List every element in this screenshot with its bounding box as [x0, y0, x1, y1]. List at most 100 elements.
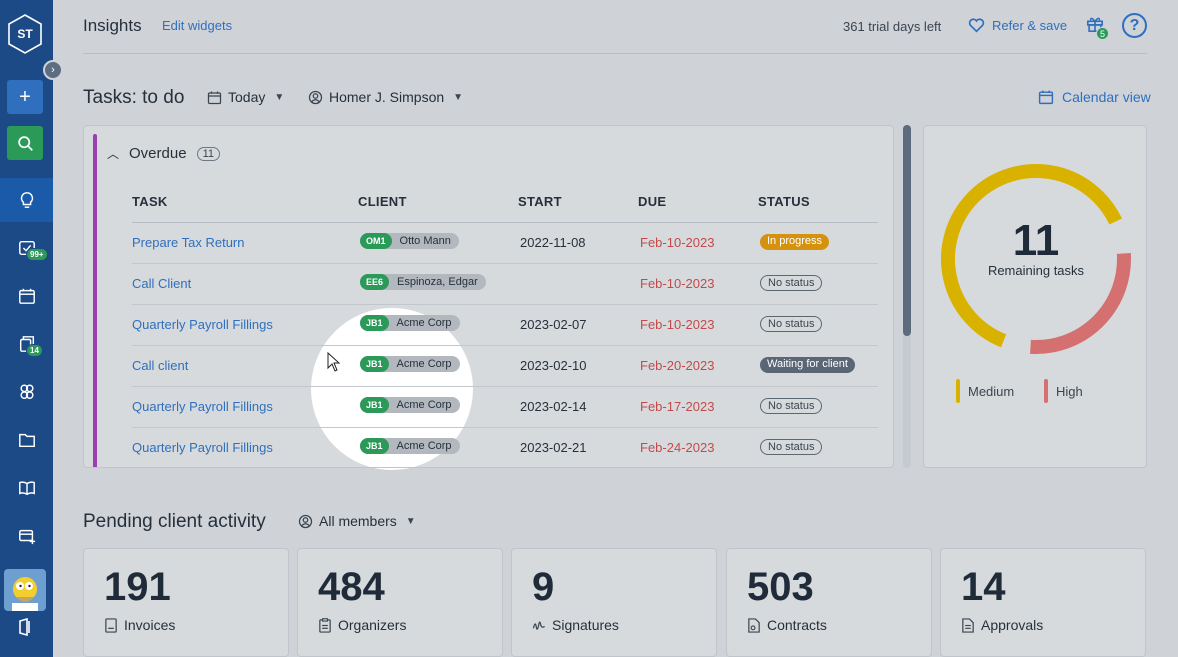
remaining-label: Remaining tasks [987, 263, 1085, 278]
trial-days-text: 361 trial days left [843, 19, 942, 34]
signatures-count: 9 [532, 565, 555, 609]
search-button[interactable] [7, 126, 43, 160]
sidebar-collapse-toggle[interactable]: › [43, 60, 63, 80]
contracts-count: 503 [747, 565, 814, 609]
signature-icon [532, 621, 545, 630]
edit-widgets-link[interactable]: Edit widgets [162, 18, 232, 33]
calendar-icon [1038, 90, 1054, 105]
sidebar-item-files[interactable] [0, 418, 53, 462]
date-filter-dropdown[interactable]: Today ▼ [207, 89, 284, 105]
scrollbar-thumb[interactable] [903, 125, 911, 336]
client-name: Acme Corp [396, 358, 452, 370]
client-pill[interactable]: JB1 Acme Corp [360, 397, 460, 413]
status-badge[interactable]: No status [760, 275, 823, 291]
header-divider [83, 53, 1147, 54]
sidebar-item-clients[interactable] [0, 370, 53, 414]
task-name-link[interactable]: Quarterly Payroll Fillings [132, 399, 273, 414]
client-name: Acme Corp [396, 317, 452, 329]
refer-save-link[interactable]: Refer & save [968, 18, 1067, 33]
assignee-filter-dropdown[interactable]: Homer J. Simpson ▼ [308, 89, 463, 105]
contracts-card[interactable]: 503 Contracts [726, 548, 932, 657]
legend-high: High [1044, 379, 1083, 403]
organizers-count: 484 [318, 565, 385, 609]
status-badge[interactable]: Waiting for client [760, 357, 855, 373]
table-row[interactable]: Call client JB1 Acme Corp 2023-02-10 Feb-20-… [132, 346, 878, 387]
invoices-label-row: Invoices [104, 617, 175, 633]
tasks-title: Tasks: to do [83, 87, 185, 108]
heart-icon [968, 18, 985, 33]
start-date: 2023-02-10 [520, 358, 587, 373]
client-name: Acme Corp [396, 399, 452, 411]
clipboard-icon [319, 617, 331, 633]
approvals-card[interactable]: 14 Approvals [940, 548, 1146, 657]
status-badge[interactable]: No status [760, 398, 823, 414]
task-name-link[interactable]: Quarterly Payroll Fillings [132, 317, 273, 332]
chevron-down-icon: ▼ [405, 515, 416, 527]
legend-medium-label: Medium [968, 383, 1015, 399]
organizers-card[interactable]: 484 Organizers [297, 548, 503, 657]
sidebar-item-templates[interactable] [0, 466, 53, 510]
task-name-link[interactable]: Call Client [132, 276, 191, 291]
column-header-start[interactable]: START [518, 194, 562, 209]
legend-high-label: High [1056, 383, 1083, 399]
invoices-label: Invoices [124, 617, 176, 633]
sidebar-item-insights[interactable] [0, 178, 53, 222]
tasks-badge: 99+ [26, 248, 48, 261]
column-header-due[interactable]: DUE [638, 194, 666, 209]
help-button[interactable]: ? [1122, 13, 1147, 38]
sidebar-item-documents[interactable]: 14 [0, 322, 53, 366]
task-name-link[interactable]: Prepare Tax Return [132, 235, 245, 250]
sidebar-item-billing[interactable] [0, 514, 53, 558]
table-row[interactable]: Quarterly Payroll Fillings JB1 Acme Corp 20… [132, 305, 878, 346]
client-pill[interactable]: EE6 Espinoza, Edgar [360, 274, 486, 290]
overdue-group-toggle[interactable]: ︿ Overdue 11 [107, 145, 220, 162]
legend-high-swatch [1044, 379, 1048, 403]
sidebar-item-tasks[interactable]: 99+ [0, 226, 53, 270]
client-code: JB1 [360, 356, 389, 372]
mouse-cursor-icon [327, 352, 341, 372]
status-badge[interactable]: In progress [760, 234, 830, 250]
status-badge[interactable]: No status [760, 316, 823, 332]
invoice-icon [105, 617, 117, 633]
contracts-label: Contracts [767, 617, 827, 633]
search-icon [17, 135, 33, 151]
table-row[interactable]: Call Client EE6 Espinoza, Edgar Feb-10-2023… [132, 264, 878, 305]
folder-icon [18, 433, 35, 448]
chevron-up-icon: ︿ [107, 147, 120, 161]
client-pill[interactable]: JB1 Acme Corp [360, 315, 460, 331]
table-row[interactable]: Quarterly Payroll Fillings JB1 Acme Corp 20… [132, 428, 878, 467]
table-row[interactable]: Quarterly Payroll Fillings JB1 Acme Corp 20… [132, 387, 878, 428]
remaining-tasks-card: 11 Remaining tasks Medium High [923, 125, 1147, 468]
invoices-card[interactable]: 191 Invoices [83, 548, 289, 657]
contract-icon [748, 617, 760, 633]
logo[interactable]: ST [7, 14, 43, 54]
column-header-client[interactable]: CLIENT [358, 194, 407, 209]
column-header-status[interactable]: STATUS [758, 194, 810, 209]
organizers-label: Organizers [338, 617, 407, 633]
calendar-view-link[interactable]: Calendar view [1038, 89, 1151, 105]
column-header-task[interactable]: TASK [132, 194, 168, 209]
sidebar-item-portal[interactable] [7, 612, 43, 642]
gift-button[interactable]: 5 [1086, 15, 1109, 40]
pending-title: Pending client activity [83, 511, 266, 532]
sidebar-item-calendar[interactable] [0, 274, 53, 318]
client-name: Acme Corp [396, 440, 452, 452]
task-name-link[interactable]: Call client [132, 358, 188, 373]
status-badge[interactable]: No status [760, 439, 823, 455]
members-filter-dropdown[interactable]: All members ▼ [298, 513, 416, 529]
due-date: Feb-17-2023 [640, 399, 715, 414]
tasks-scrollbar[interactable] [903, 125, 911, 468]
date-filter-label: Today [228, 89, 266, 105]
calendar-view-label: Calendar view [1062, 89, 1151, 105]
tasks-table-card: ︿ Overdue 11 TASK CLIENT START DUE STATU… [83, 125, 894, 468]
signatures-card[interactable]: 9 Signatures [511, 548, 717, 657]
create-new-button[interactable]: + [7, 80, 43, 114]
user-avatar[interactable] [4, 569, 46, 611]
table-row[interactable]: Prepare Tax Return OM1 Otto Mann 2022-11-08… [132, 223, 878, 264]
task-name-link[interactable]: Quarterly Payroll Fillings [132, 440, 273, 455]
gift-badge: 5 [1096, 27, 1109, 40]
client-pill[interactable]: JB1 Acme Corp [360, 438, 460, 454]
client-pill[interactable]: JB1 Acme Corp [360, 356, 460, 372]
client-pill[interactable]: OM1 Otto Mann [360, 233, 459, 249]
client-code: JB1 [360, 315, 389, 331]
